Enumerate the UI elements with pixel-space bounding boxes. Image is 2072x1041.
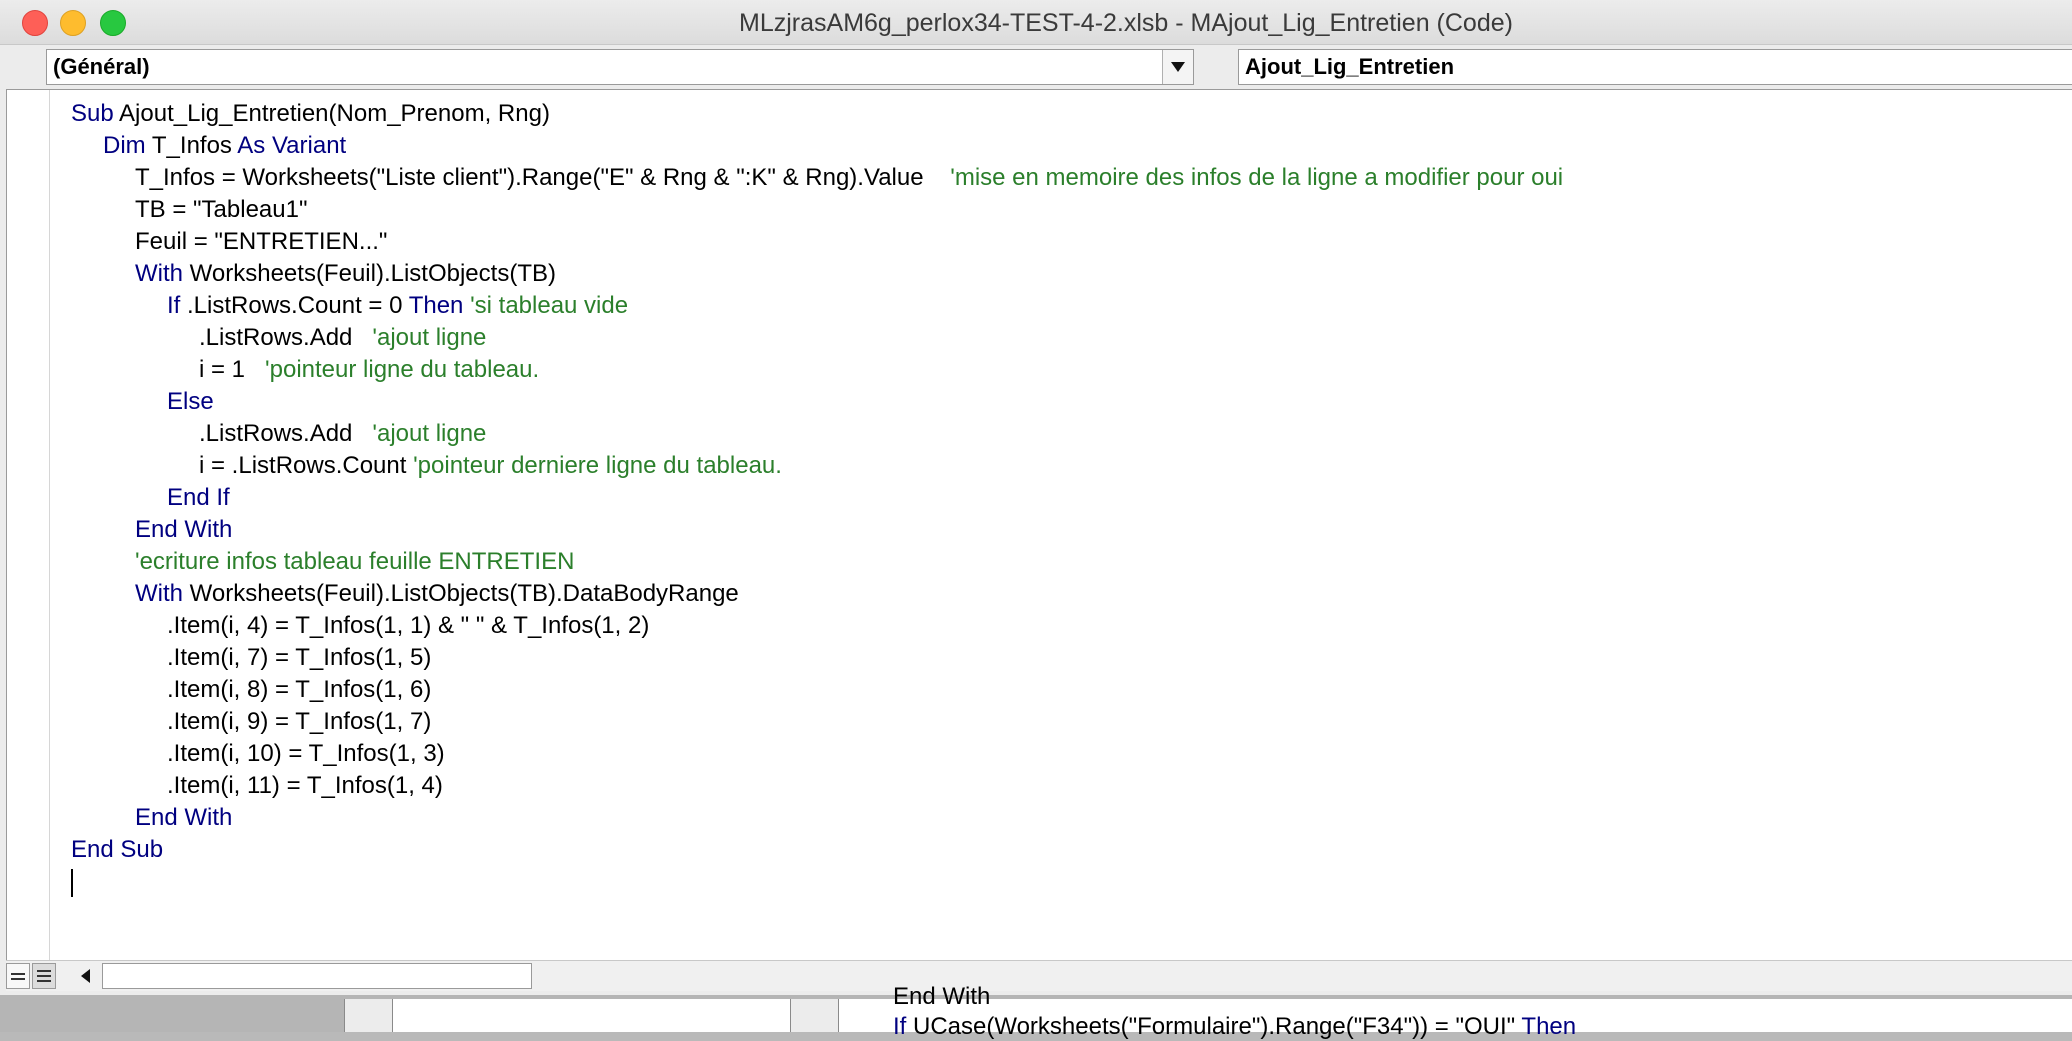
comment: 'si tableau vide: [470, 292, 629, 319]
code-fragment: .Item(i, 4) = T_Infos(1, 1) & " " & T_In…: [167, 612, 650, 639]
code-editor[interactable]: Sub Ajout_Lig_Entretien(Nom_Prenom, Rng)…: [6, 89, 2072, 968]
keyword: Then: [408, 292, 464, 319]
code-text[interactable]: Sub Ajout_Lig_Entretien(Nom_Prenom, Rng)…: [71, 98, 1563, 898]
code-line[interactable]: Else: [71, 386, 1563, 418]
keyword: End Sub: [71, 836, 164, 863]
comment: 'pointeur derniere ligne du tableau.: [413, 452, 782, 479]
title-bar[interactable]: MLzjrasAM6g_perlox34-TEST-4-2.xlsb - MAj…: [0, 0, 2072, 45]
comment: 'pointeur ligne du tableau.: [265, 356, 540, 383]
object-dropdown-value: (Général): [53, 54, 150, 79]
procedure-view-button[interactable]: [6, 963, 30, 989]
keyword: With: [135, 260, 183, 287]
keyword: Then: [1521, 1013, 1577, 1040]
code-line[interactable]: Feuil = "ENTRETIEN...": [71, 226, 1563, 258]
background-pane: [344, 999, 393, 1032]
code-line[interactable]: With Worksheets(Feuil).ListObjects(TB).D…: [71, 578, 1563, 610]
keyword: With: [135, 580, 183, 607]
comment: 'ecriture infos tableau feuille ENTRETIE…: [135, 548, 575, 575]
window-title: MLzjrasAM6g_perlox34-TEST-4-2.xlsb - MAj…: [739, 9, 1513, 37]
code-line[interactable]: TB = "Tableau1": [71, 194, 1563, 226]
chevron-left-icon: [80, 969, 90, 983]
code-fragment: Worksheets(Feuil).ListObjects(TB): [183, 260, 556, 287]
code-line[interactable]: End Sub: [71, 834, 1563, 866]
code-fragment: .ListRows.Add: [199, 324, 373, 351]
code-line[interactable]: Dim T_Infos As Variant: [71, 130, 1563, 162]
keyword: End With: [135, 516, 233, 543]
code-fragment: Worksheets(Feuil).ListObjects(TB).DataBo…: [183, 580, 739, 607]
code-fragment: UCase(Worksheets("Formulaire").Range("F3…: [906, 1013, 1522, 1040]
background-pane: [790, 999, 839, 1032]
code-fragment: .ListRows.Add: [199, 420, 373, 447]
code-fragment: TB = "Tableau1": [135, 196, 308, 223]
code-fragment: .Item(i, 10) = T_Infos(1, 3): [167, 740, 445, 767]
background-code-window: End With If UCase(Worksheets("Formulaire…: [0, 983, 2072, 1040]
code-fragment: Ajout_Lig_Entretien(Nom_Prenom, Rng): [113, 100, 550, 127]
code-line[interactable]: End If: [71, 482, 1563, 514]
code-line[interactable]: .Item(i, 7) = T_Infos(1, 5): [71, 642, 1563, 674]
code-fragment: T_Infos = Worksheets("Liste client").Ran…: [135, 164, 951, 191]
code-line[interactable]: T_Infos = Worksheets("Liste client").Ran…: [71, 162, 1563, 194]
code-line[interactable]: Sub Ajout_Lig_Entretien(Nom_Prenom, Rng): [71, 98, 1563, 130]
code-fragment: .ListRows.Count = 0: [180, 292, 409, 319]
code-line[interactable]: With Worksheets(Feuil).ListObjects(TB): [71, 258, 1563, 290]
code-line[interactable]: .Item(i, 4) = T_Infos(1, 1) & " " & T_In…: [71, 610, 1563, 642]
full-module-view-icon: [37, 970, 51, 972]
code-line[interactable]: End With: [71, 802, 1563, 834]
keyword: End With: [135, 804, 233, 831]
code-line[interactable]: If .ListRows.Count = 0 Then 'si tableau …: [71, 290, 1563, 322]
code-line[interactable]: .Item(i, 11) = T_Infos(1, 4): [71, 770, 1563, 802]
procedure-dropdown[interactable]: Ajout_Lig_Entretien: [1238, 49, 2072, 85]
keyword: Dim: [103, 132, 146, 159]
scroll-left-button[interactable]: [72, 963, 98, 989]
full-module-view-icon-line: [37, 980, 51, 982]
keyword: End If: [167, 484, 230, 511]
code-line[interactable]: 'ecriture infos tableau feuille ENTRETIE…: [71, 546, 1563, 578]
margin-indicator-bar[interactable]: [7, 90, 50, 968]
comment: 'mise en memoire des infos de la ligne a…: [950, 164, 1564, 191]
comment: 'ajout ligne: [372, 420, 487, 447]
full-module-view-button[interactable]: [32, 963, 56, 989]
code-line[interactable]: .Item(i, 10) = T_Infos(1, 3): [71, 738, 1563, 770]
chevron-down-icon: [1171, 62, 1185, 72]
horizontal-scrollbar[interactable]: [6, 960, 2072, 991]
code-fragment: i = 1: [199, 356, 266, 383]
code-line[interactable]: End With: [71, 514, 1563, 546]
code-line[interactable]: .Item(i, 8) = T_Infos(1, 6): [71, 674, 1563, 706]
keyword: If: [893, 1013, 907, 1040]
text-cursor: [71, 868, 73, 897]
code-line[interactable]: .ListRows.Add 'ajout ligne: [71, 418, 1563, 450]
vba-code-window: MLzjrasAM6g_perlox34-TEST-4-2.xlsb - MAj…: [0, 0, 2072, 995]
background-pane: [392, 999, 791, 1032]
code-fragment: T_Infos: [145, 132, 238, 159]
dropdown-arrow-button[interactable]: [1162, 50, 1193, 84]
keyword: If: [167, 292, 181, 319]
procedure-dropdown-value: Ajout_Lig_Entretien: [1245, 54, 1455, 79]
code-fragment: .Item(i, 7) = T_Infos(1, 5): [167, 644, 432, 671]
code-line[interactable]: .Item(i, 9) = T_Infos(1, 7): [71, 706, 1563, 738]
scrollbar-thumb[interactable]: [102, 963, 532, 989]
code-fragment: i = .ListRows.Count: [199, 452, 414, 479]
code-line[interactable]: i = .ListRows.Count 'pointeur derniere l…: [71, 450, 1563, 482]
cursor-line[interactable]: [71, 866, 1563, 898]
code-toolbar: (Général) Ajout_Lig_Entretien: [0, 45, 2072, 88]
procedure-view-icon: [11, 972, 25, 975]
code-line[interactable]: i = 1 'pointeur ligne du tableau.: [71, 354, 1563, 386]
code-fragment: .Item(i, 8) = T_Infos(1, 6): [167, 676, 432, 703]
keyword: As Variant: [237, 132, 347, 159]
keyword: Else: [167, 388, 214, 415]
background-code-line: End With: [893, 983, 991, 1010]
comment: 'ajout ligne: [372, 324, 487, 351]
background-code-line: If UCase(Worksheets("Formulaire").Range(…: [893, 1013, 1576, 1041]
code-fragment: Feuil = "ENTRETIEN...": [135, 228, 388, 255]
code-fragment: .Item(i, 9) = T_Infos(1, 7): [167, 708, 432, 735]
procedure-view-icon-line: [11, 977, 25, 980]
code-fragment: .Item(i, 11) = T_Infos(1, 4): [167, 772, 443, 799]
full-module-view-icon-line: [37, 975, 51, 977]
code-line[interactable]: .ListRows.Add 'ajout ligne: [71, 322, 1563, 354]
keyword: Sub: [71, 100, 114, 127]
object-dropdown[interactable]: (Général): [46, 49, 1194, 85]
